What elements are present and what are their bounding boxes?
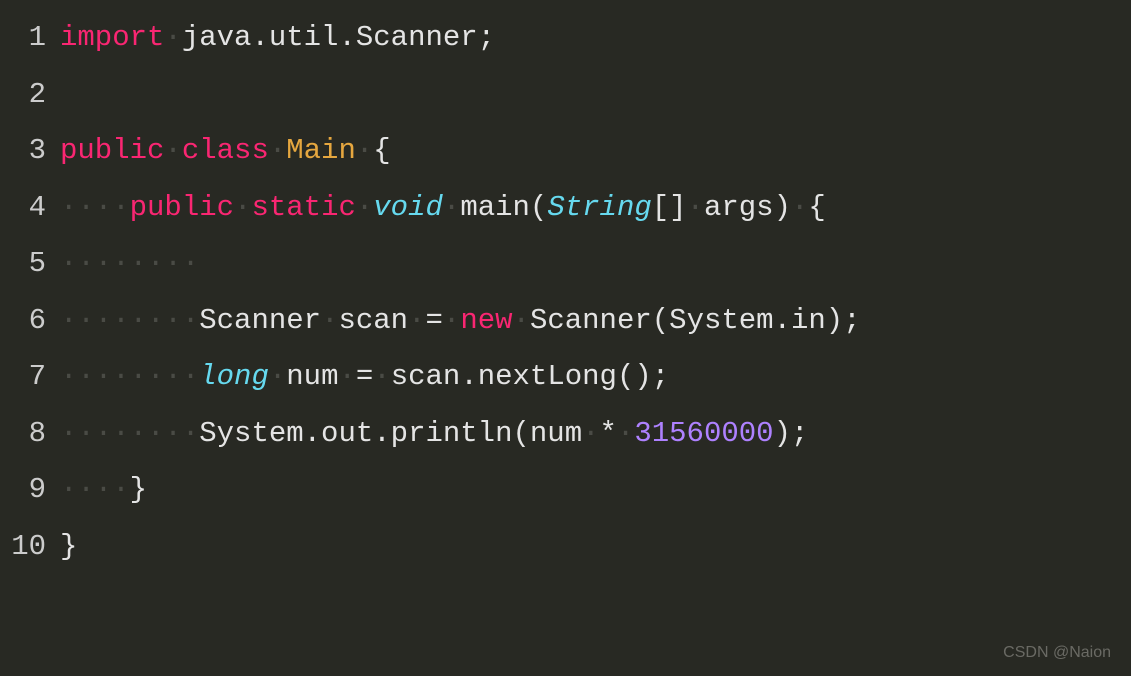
brackets: []	[652, 191, 687, 224]
whitespace: ·	[408, 304, 425, 337]
operator: *	[600, 417, 617, 450]
type-void: void	[373, 191, 443, 224]
whitespace: ·	[687, 191, 704, 224]
code-line: public·class·Main·{	[60, 123, 1131, 180]
var-name: scan	[338, 304, 408, 337]
code-line: }	[60, 519, 1131, 576]
line-number: 6	[0, 293, 46, 350]
whitespace: ·	[164, 134, 181, 167]
line-number: 4	[0, 180, 46, 237]
line-number: 2	[0, 67, 46, 124]
code-line: ····public·static·void·main(String[]·arg…	[60, 180, 1131, 237]
whitespace: ····	[60, 473, 130, 506]
code-line: ········	[60, 236, 1131, 293]
whitespace: ·	[443, 191, 460, 224]
keyword-class: class	[182, 134, 269, 167]
whitespace: ········	[60, 304, 199, 337]
whitespace: ·	[582, 417, 599, 450]
whitespace: ·	[338, 360, 355, 393]
keyword-public: public	[130, 191, 234, 224]
code-line: ········System.out.println(num·*·3156000…	[60, 406, 1131, 463]
brace: {	[808, 191, 825, 224]
param: args)	[704, 191, 791, 224]
keyword-public: public	[60, 134, 164, 167]
code-text: );	[774, 417, 809, 450]
keyword-new: new	[460, 304, 512, 337]
keyword-import: import	[60, 21, 164, 54]
whitespace: ·	[356, 134, 373, 167]
whitespace: ·	[234, 191, 251, 224]
code-line: ········Scanner·scan·=·new·Scanner(Syste…	[60, 293, 1131, 350]
code-line: ····}	[60, 462, 1131, 519]
brace: }	[60, 530, 77, 563]
whitespace: ·	[617, 417, 634, 450]
operator: =	[426, 304, 443, 337]
whitespace: ····	[60, 191, 130, 224]
watermark-text: CSDN @Naion	[1003, 637, 1111, 668]
type-scanner: Scanner	[199, 304, 321, 337]
code-text: Scanner(System.in);	[530, 304, 861, 337]
whitespace: ·	[373, 360, 390, 393]
line-number: 10	[0, 519, 46, 576]
line-number-gutter: 1 2 3 4 5 6 7 8 9 10	[0, 10, 60, 575]
whitespace: ········	[60, 417, 199, 450]
type-long: long	[199, 360, 269, 393]
code-text: scan.nextLong();	[391, 360, 669, 393]
class-name: Main	[286, 134, 356, 167]
whitespace: ·	[443, 304, 460, 337]
code-line: import·java.util.Scanner;	[60, 10, 1131, 67]
line-number: 8	[0, 406, 46, 463]
code-editor: 1 2 3 4 5 6 7 8 9 10 import·java.util.Sc…	[0, 10, 1131, 575]
whitespace: ·	[164, 21, 181, 54]
whitespace: ·	[791, 191, 808, 224]
operator: =	[356, 360, 373, 393]
line-number: 5	[0, 236, 46, 293]
brace: }	[130, 473, 147, 506]
code-area[interactable]: import·java.util.Scanner; public·class·M…	[60, 10, 1131, 575]
number-literal: 31560000	[634, 417, 773, 450]
whitespace: ········	[60, 247, 199, 280]
whitespace: ········	[60, 360, 199, 393]
code-text: System.out.println(num	[199, 417, 582, 450]
whitespace: ·	[356, 191, 373, 224]
code-text: java.util.Scanner;	[182, 21, 495, 54]
brace: {	[373, 134, 390, 167]
line-number: 1	[0, 10, 46, 67]
whitespace: ·	[513, 304, 530, 337]
code-line: ········long·num·=·scan.nextLong();	[60, 349, 1131, 406]
keyword-static: static	[251, 191, 355, 224]
line-number: 9	[0, 462, 46, 519]
line-number: 3	[0, 123, 46, 180]
type-string: String	[547, 191, 651, 224]
method-name: main(	[460, 191, 547, 224]
code-line	[60, 67, 1131, 124]
line-number: 7	[0, 349, 46, 406]
whitespace: ·	[269, 134, 286, 167]
whitespace: ·	[321, 304, 338, 337]
var-name: num	[286, 360, 338, 393]
whitespace: ·	[269, 360, 286, 393]
